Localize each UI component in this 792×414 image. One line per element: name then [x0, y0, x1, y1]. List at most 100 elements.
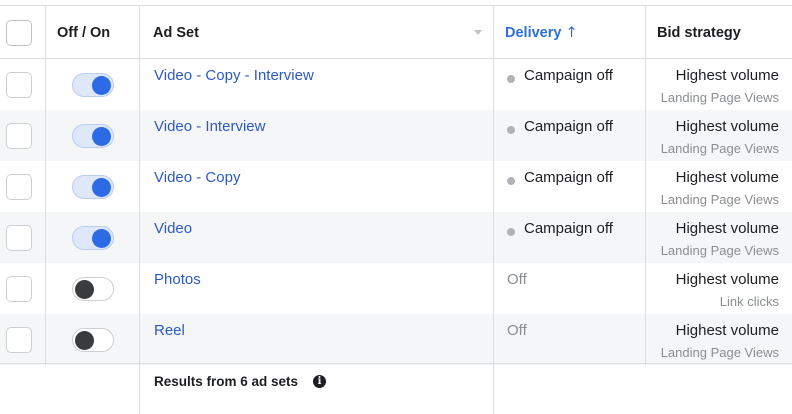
table-header: Off / On Ad Set Delivery ↑ Bid strategy — [0, 5, 792, 59]
row-delivery-cell: Campaign off — [494, 161, 646, 212]
row-checkbox[interactable] — [6, 225, 32, 251]
row-checkbox-cell — [0, 263, 46, 314]
header-delivery-cell[interactable]: Delivery ↑ — [494, 6, 646, 58]
select-all-checkbox[interactable] — [6, 20, 32, 46]
ad-set-name-link[interactable]: Photos — [154, 271, 201, 288]
table-row: Video - Copy - Interview Campaign off Hi… — [0, 59, 792, 110]
off-on-header: Off / On — [57, 25, 111, 41]
ad-set-name-link[interactable]: Video - Copy - Interview — [154, 67, 314, 84]
ad-set-toggle[interactable] — [72, 226, 114, 250]
row-ad-set-cell: Video - Interview — [140, 110, 494, 161]
ad-set-name-link[interactable]: Video - Copy — [154, 169, 240, 186]
delivery-header-label: Delivery — [505, 25, 562, 41]
row-delivery-cell: Campaign off — [494, 59, 646, 110]
row-ad-set-cell: Video - Copy — [140, 161, 494, 212]
delivery-status: Campaign off — [524, 67, 613, 84]
bid-strategy-value: Highest volume — [675, 271, 779, 288]
ad-set-name-link[interactable]: Video - Interview — [154, 118, 265, 135]
header-off-on-cell: Off / On — [46, 6, 140, 58]
status-dot-icon — [507, 126, 515, 134]
toggle-knob — [92, 76, 111, 95]
ad-set-toggle[interactable] — [72, 328, 114, 352]
bid-strategy-value: Highest volume — [675, 220, 779, 237]
table-row: Video Campaign off Highest volume Landing… — [0, 212, 792, 263]
bid-strategy-value: Highest volume — [675, 169, 779, 186]
header-ad-set-cell[interactable]: Ad Set — [140, 6, 494, 58]
bid-strategy-sub: Landing Page Views — [660, 243, 779, 258]
status-dot-icon — [507, 228, 515, 236]
delivery-status: Campaign off — [524, 118, 613, 135]
results-count: Results from 6 ad sets — [154, 374, 299, 389]
table-row: Photos Off Highest volume Link clicks — [0, 263, 792, 314]
row-checkbox[interactable] — [6, 276, 32, 302]
row-checkbox-cell — [0, 212, 46, 263]
header-select-all-cell — [0, 6, 46, 58]
toggle-knob — [92, 229, 111, 248]
delivery-header[interactable]: Delivery ↑ — [505, 25, 578, 41]
footer-divider — [493, 364, 494, 414]
row-bid-cell: Highest volume Landing Page Views — [646, 161, 792, 212]
footer-divider — [139, 364, 140, 414]
ad-set-toggle[interactable] — [72, 73, 114, 97]
row-ad-set-cell: Reel — [140, 314, 494, 365]
row-toggle-cell — [46, 314, 140, 365]
row-checkbox[interactable] — [6, 174, 32, 200]
row-ad-set-cell: Video — [140, 212, 494, 263]
row-delivery-cell: Campaign off — [494, 212, 646, 263]
status-dot-icon — [507, 177, 515, 185]
table-row: Video - Interview Campaign off Highest v… — [0, 110, 792, 161]
row-checkbox[interactable] — [6, 72, 32, 98]
info-icon[interactable]: i — [313, 375, 326, 388]
bid-strategy-value: Highest volume — [675, 322, 779, 339]
row-checkbox-cell — [0, 161, 46, 212]
row-bid-cell: Highest volume Landing Page Views — [646, 110, 792, 161]
toggle-knob — [92, 178, 111, 197]
row-checkbox-cell — [0, 314, 46, 365]
row-bid-cell: Highest volume Landing Page Views — [646, 212, 792, 263]
delivery-status: Off — [507, 271, 527, 288]
ad-set-name-link[interactable]: Reel — [154, 322, 185, 339]
row-delivery-cell: Off — [494, 314, 646, 365]
table-footer: Results from 6 ad sets i — [0, 363, 792, 414]
ad-set-name-link[interactable]: Video — [154, 220, 192, 237]
bid-strategy-sub: Landing Page Views — [660, 345, 779, 360]
bid-strategy-sub: Link clicks — [719, 294, 779, 309]
row-delivery-cell: Off — [494, 263, 646, 314]
row-bid-cell: Highest volume Link clicks — [646, 263, 792, 314]
row-toggle-cell — [46, 212, 140, 263]
row-bid-cell: Highest volume Landing Page Views — [646, 59, 792, 110]
toggle-knob — [75, 280, 94, 299]
delivery-status: Campaign off — [524, 220, 613, 237]
bid-strategy-sub: Landing Page Views — [660, 141, 779, 156]
bid-strategy-header[interactable]: Bid strategy — [657, 25, 741, 41]
table-row: Video - Copy Campaign off Highest volume… — [0, 161, 792, 212]
row-ad-set-cell: Video - Copy - Interview — [140, 59, 494, 110]
status-dot-icon — [507, 75, 515, 83]
ad-set-toggle[interactable] — [72, 124, 114, 148]
row-toggle-cell — [46, 161, 140, 212]
toggle-knob — [92, 127, 111, 146]
ad-set-header[interactable]: Ad Set — [153, 25, 199, 41]
table-row: Reel Off Highest volume Landing Page View… — [0, 314, 792, 365]
row-checkbox[interactable] — [6, 327, 32, 353]
row-checkbox-cell — [0, 110, 46, 161]
ad-set-toggle[interactable] — [72, 175, 114, 199]
row-checkbox[interactable] — [6, 123, 32, 149]
row-ad-set-cell: Photos — [140, 263, 494, 314]
header-bid-strategy-cell[interactable]: Bid strategy — [646, 6, 792, 58]
sort-caret-icon[interactable] — [474, 30, 482, 35]
arrow-up-icon: ↑ — [565, 25, 578, 41]
row-toggle-cell — [46, 263, 140, 314]
row-delivery-cell: Campaign off — [494, 110, 646, 161]
row-bid-cell: Highest volume Landing Page Views — [646, 314, 792, 365]
row-checkbox-cell — [0, 59, 46, 110]
delivery-status: Off — [507, 322, 527, 339]
row-toggle-cell — [46, 110, 140, 161]
ad-set-toggle[interactable] — [72, 277, 114, 301]
bid-strategy-sub: Landing Page Views — [660, 192, 779, 207]
bid-strategy-sub: Landing Page Views — [660, 90, 779, 105]
bid-strategy-value: Highest volume — [675, 118, 779, 135]
delivery-status: Campaign off — [524, 169, 613, 186]
bid-strategy-value: Highest volume — [675, 67, 779, 84]
row-toggle-cell — [46, 59, 140, 110]
